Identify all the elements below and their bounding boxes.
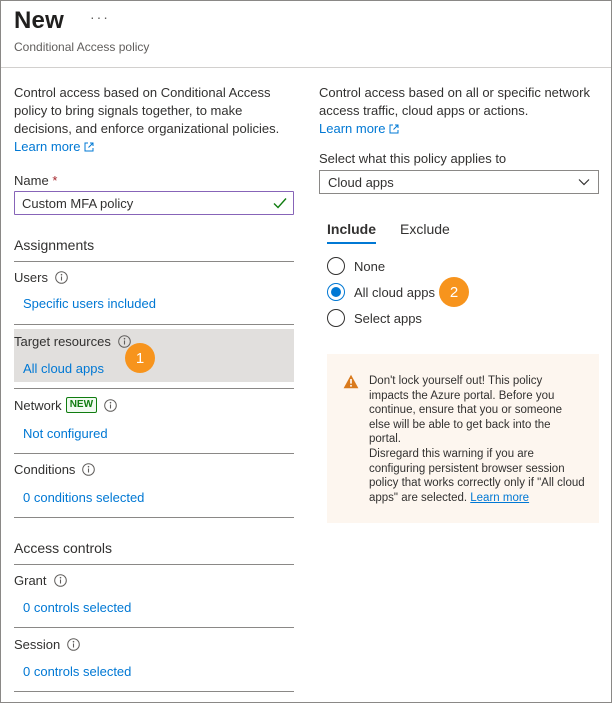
radio-select-apps-label: Select apps xyxy=(354,310,422,326)
warning-icon xyxy=(343,374,359,389)
info-icon[interactable] xyxy=(55,271,68,284)
header-divider xyxy=(1,67,611,68)
target-resources-divider xyxy=(14,388,294,389)
applies-to-label: Select what this policy applies to xyxy=(319,151,507,166)
tab-include[interactable]: Include xyxy=(327,221,377,244)
include-exclude-tabs: Include Exclude xyxy=(327,221,474,244)
left-description: Control access based on Conditional Acce… xyxy=(14,84,296,156)
grant-value-link[interactable]: 0 controls selected xyxy=(23,600,131,615)
step-badge-1: 1 xyxy=(125,343,155,373)
session-label: Session xyxy=(14,637,81,652)
left-panel: Control access based on Conditional Acce… xyxy=(14,84,296,702)
grant-label: Grant xyxy=(14,573,67,588)
conditions-value-link[interactable]: 0 conditions selected xyxy=(23,490,144,505)
info-icon[interactable] xyxy=(67,638,81,651)
page-subtitle: Conditional Access policy xyxy=(14,40,150,54)
target-resources-label: Target resources xyxy=(14,334,131,349)
radio-button[interactable] xyxy=(327,257,345,275)
info-icon[interactable] xyxy=(82,463,96,476)
left-learn-more-link[interactable]: Learn more xyxy=(14,139,94,154)
network-divider xyxy=(14,453,294,454)
applies-to-selected: Cloud apps xyxy=(328,175,394,190)
warning-text-1: Don't lock yourself out! This policy imp… xyxy=(369,375,563,446)
title-row: New ··· xyxy=(14,7,110,35)
target-resources-label-text: Target resources xyxy=(14,334,111,349)
radio-button-selected[interactable] xyxy=(327,283,345,301)
access-controls-heading: Access controls xyxy=(14,540,113,556)
users-value-link[interactable]: Specific users included xyxy=(23,296,156,311)
new-badge: NEW xyxy=(65,397,98,413)
required-mark: * xyxy=(52,173,58,188)
name-label: Name * xyxy=(14,173,57,188)
info-icon[interactable] xyxy=(104,398,117,412)
conditions-label-text: Conditions xyxy=(14,462,76,477)
users-label-text: Users xyxy=(14,270,48,285)
right-learn-more-link[interactable]: Learn more xyxy=(319,121,399,136)
session-value-link[interactable]: 0 controls selected xyxy=(23,664,131,679)
name-label-text: Name xyxy=(14,173,49,188)
users-label: Users xyxy=(14,270,68,285)
network-label-text: Network xyxy=(14,397,62,413)
lockout-warning: Don't lock yourself out! This policy imp… xyxy=(327,354,599,523)
radio-all-cloud-apps-label: All cloud apps xyxy=(354,284,435,300)
warning-learn-more-link[interactable]: Learn more xyxy=(470,492,529,504)
left-description-text: Control access based on Conditional Acce… xyxy=(14,85,280,136)
grant-divider xyxy=(14,627,294,628)
assignments-heading: Assignments xyxy=(14,237,95,253)
info-icon[interactable] xyxy=(53,574,67,587)
radio-none[interactable]: None xyxy=(327,257,385,275)
conditions-label: Conditions xyxy=(14,462,96,477)
target-resources-value-link[interactable]: All cloud apps xyxy=(23,361,104,376)
session-label-text: Session xyxy=(14,637,61,652)
network-label: Network NEW xyxy=(14,397,117,413)
users-divider xyxy=(14,324,294,325)
radio-button[interactable] xyxy=(327,309,345,327)
chevron-down-icon xyxy=(578,179,590,186)
conditions-divider xyxy=(14,517,294,518)
left-learn-more-text[interactable]: Learn more xyxy=(14,139,80,154)
radio-select-apps[interactable]: Select apps xyxy=(327,309,422,327)
session-divider xyxy=(14,691,294,692)
assignments-divider xyxy=(14,261,294,262)
step-badge-2: 2 xyxy=(439,277,469,307)
right-description: Control access based on all or specific … xyxy=(319,84,604,138)
right-learn-more-text[interactable]: Learn more xyxy=(319,121,385,136)
more-options-button[interactable]: ··· xyxy=(90,9,110,25)
radio-all-cloud-apps[interactable]: All cloud apps xyxy=(327,283,435,301)
right-description-text: Control access based on all or specific … xyxy=(319,85,590,118)
right-panel: Control access based on all or specific … xyxy=(319,84,604,544)
tab-exclude[interactable]: Exclude xyxy=(400,221,450,244)
policy-name-input[interactable] xyxy=(14,191,294,215)
radio-none-label: None xyxy=(354,258,386,274)
external-link-icon xyxy=(84,142,94,152)
network-value-link[interactable]: Not configured xyxy=(23,426,108,441)
external-link-icon xyxy=(389,124,399,134)
checkmark-icon xyxy=(273,198,287,209)
grant-label-text: Grant xyxy=(14,573,47,588)
warning-text-2: Disregard this warning if you are config… xyxy=(369,447,585,505)
applies-to-dropdown[interactable]: Cloud apps xyxy=(319,170,599,194)
policy-blade: New ··· Conditional Access policy Contro… xyxy=(0,0,612,703)
page-title: New xyxy=(14,7,64,34)
access-controls-divider xyxy=(14,564,294,565)
